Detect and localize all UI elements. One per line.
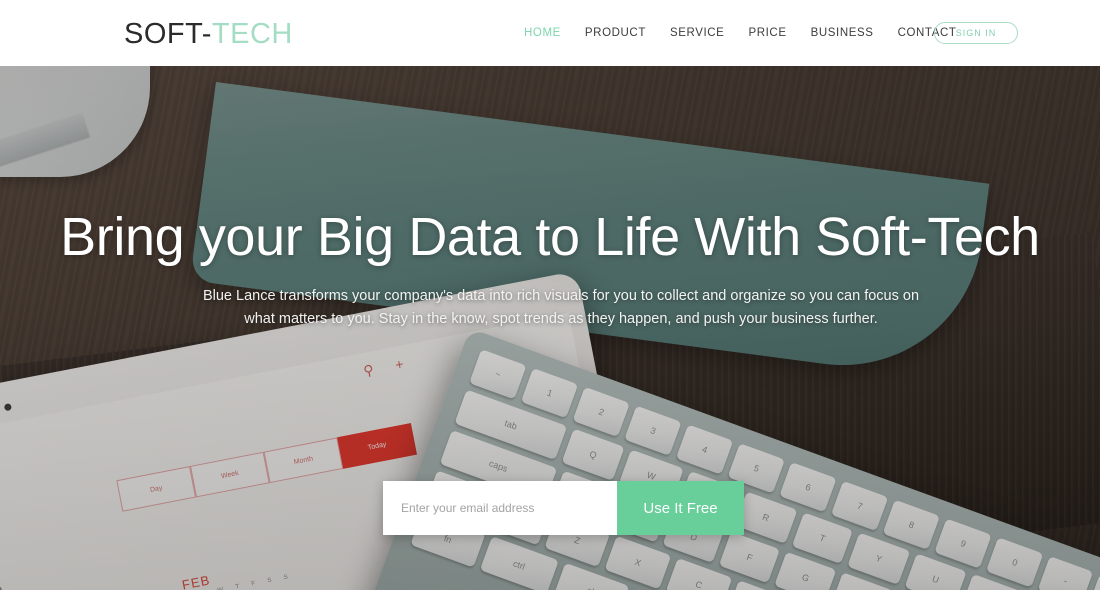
hero-headline: Bring your Big Data to Life With Soft-Te…: [60, 207, 1040, 267]
nav-item-business[interactable]: BUSINESS: [799, 26, 886, 40]
nav-item-service[interactable]: SERVICE: [658, 26, 736, 40]
site-logo[interactable]: SOFT-TECH: [124, 18, 293, 51]
nav-item-price[interactable]: PRICE: [736, 26, 798, 40]
hero-subheadline: Blue Lance transforms your company's dat…: [202, 288, 920, 327]
hero-content: Bring your Big Data to Life With Soft-Te…: [0, 66, 1100, 590]
email-input[interactable]: [383, 481, 617, 535]
nav-item-product[interactable]: PRODUCT: [573, 26, 658, 40]
sign-in-button[interactable]: SIGN IN: [934, 22, 1018, 44]
email-signup-form: Use It Free: [383, 481, 744, 535]
nav-item-home[interactable]: HOME: [512, 26, 573, 40]
logo-accent-text: TECH: [211, 18, 293, 50]
site-header: SOFT-TECH HOME PRODUCT SERVICE PRICE BUS…: [0, 0, 1100, 66]
logo-primary-text: SOFT-: [124, 18, 212, 50]
hero-section: ⚲+ Day Week Month Today 2015 JANM T W T …: [0, 66, 1100, 590]
main-navigation: HOME PRODUCT SERVICE PRICE BUSINESS CONT…: [512, 26, 969, 40]
use-it-free-button[interactable]: Use It Free: [617, 481, 744, 535]
